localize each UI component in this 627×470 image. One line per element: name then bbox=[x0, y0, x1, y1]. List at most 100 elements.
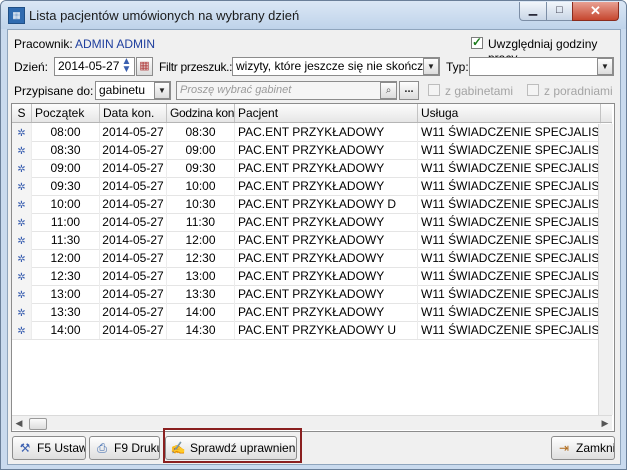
cell-patient: PAC.ENT PRZYKŁADOWY bbox=[235, 177, 418, 195]
cell-start: 09:00 bbox=[32, 159, 100, 177]
cell-end-time: 11:30 bbox=[167, 213, 235, 231]
row-status-icon: ✲ bbox=[12, 159, 32, 177]
filter-chevron-down-icon[interactable]: ▼ bbox=[423, 58, 439, 75]
column-header-start[interactable]: Początek bbox=[32, 104, 100, 122]
scroll-left-icon[interactable]: ◀ bbox=[12, 416, 26, 430]
date-spinner-icon[interactable]: ▲ ▼ bbox=[120, 57, 133, 75]
minimize-button[interactable]: ▁ bbox=[519, 2, 547, 21]
column-header-end-date[interactable]: Data kon. bbox=[100, 104, 167, 122]
calendar-icon[interactable]: ▦ bbox=[136, 57, 153, 76]
assigned-label: Przypisane do: bbox=[14, 84, 94, 98]
cell-start: 12:30 bbox=[32, 267, 100, 285]
cell-end-date: 2014-05-27 bbox=[100, 141, 167, 159]
table-row[interactable]: ✲ 08:00 2014-05-27 08:30 PAC.ENT PRZYKŁADOWY… bbox=[12, 123, 612, 142]
scroll-thumb[interactable] bbox=[29, 418, 47, 430]
row-status-icon: ✲ bbox=[12, 123, 32, 141]
cell-patient: PAC.ENT PRZYKŁADOWY bbox=[235, 141, 418, 159]
wrench-icon: ⚒ bbox=[19, 441, 31, 455]
worker-label: Pracownik: bbox=[14, 37, 73, 51]
close-button[interactable]: ⇥ Zamknij bbox=[551, 436, 615, 460]
main-window: ▦ Lista pacjentów umówionych na wybrany … bbox=[0, 0, 627, 470]
working-hours-checkbox[interactable] bbox=[471, 35, 483, 49]
with-cabinets-label: z gabinetami bbox=[445, 84, 514, 98]
cell-service: W11 ŚWIADCZENIE SPECJALISTY bbox=[418, 213, 601, 231]
cell-end-date: 2014-05-27 bbox=[100, 123, 167, 141]
assigned-chevron-down-icon[interactable]: ▼ bbox=[154, 82, 170, 99]
close-button-label: Zamknij bbox=[576, 441, 615, 455]
cell-end-time: 08:30 bbox=[167, 123, 235, 141]
row-status-icon: ✲ bbox=[12, 321, 32, 339]
table-row[interactable]: ✲ 11:30 2014-05-27 12:00 PAC.ENT PRZYKŁADOWY… bbox=[12, 231, 612, 250]
cell-patient: PAC.ENT PRZYKŁADOWY bbox=[235, 231, 418, 249]
table-row[interactable]: ✲ 12:30 2014-05-27 13:00 PAC.ENT PRZYKŁADOWY… bbox=[12, 267, 612, 286]
table-row[interactable]: ✲ 09:30 2014-05-27 10:00 PAC.ENT PRZYKŁADOWY… bbox=[12, 177, 612, 196]
cell-end-date: 2014-05-27 bbox=[100, 177, 167, 195]
row-status-icon: ✲ bbox=[12, 195, 32, 213]
cell-patient: PAC.ENT PRZYKŁADOWY U bbox=[235, 321, 418, 339]
scroll-right-icon[interactable]: ▶ bbox=[598, 416, 612, 430]
with-cabinets-checkbox[interactable] bbox=[428, 84, 440, 96]
table-row[interactable]: ✲ 13:30 2014-05-27 14:00 PAC.ENT PRZYKŁADOWY… bbox=[12, 303, 612, 322]
column-header-patient[interactable]: Pacjent bbox=[235, 104, 418, 122]
table-row[interactable]: ✲ 10:00 2014-05-27 10:30 PAC.ENT PRZYKŁADOWY… bbox=[12, 195, 612, 214]
cell-end-time: 09:00 bbox=[167, 141, 235, 159]
print-button-label: F9 Drukuj bbox=[114, 441, 159, 455]
cell-patient: PAC.ENT PRZYKŁADOWY bbox=[235, 123, 418, 141]
column-header-end-time[interactable]: Godzina kon. bbox=[167, 104, 235, 122]
cell-end-time: 10:30 bbox=[167, 195, 235, 213]
cell-start: 09:30 bbox=[32, 177, 100, 195]
cell-end-time: 10:00 bbox=[167, 177, 235, 195]
cell-end-time: 14:30 bbox=[167, 321, 235, 339]
cell-service: W11 ŚWIADCZENIE SPECJALISTY bbox=[418, 123, 601, 141]
cabinet-field[interactable]: Proszę wybrać gabinet bbox=[176, 81, 397, 100]
column-header-service[interactable]: Usługa bbox=[418, 104, 601, 122]
horizontal-scrollbar[interactable]: ◀ ▶ bbox=[12, 415, 612, 430]
cell-service: W11 ŚWIADCZENIE SPECJALISTY bbox=[418, 321, 601, 339]
table-row[interactable]: ✲ 09:00 2014-05-27 09:30 PAC.ENT PRZYKŁADOWY… bbox=[12, 159, 612, 178]
type-chevron-down-icon[interactable]: ▼ bbox=[597, 58, 613, 75]
table-row[interactable]: ✲ 11:00 2014-05-27 11:30 PAC.ENT PRZYKŁADOWY… bbox=[12, 213, 612, 232]
printer-icon: ⎙ bbox=[97, 441, 107, 455]
with-clinics-checkbox[interactable] bbox=[527, 84, 539, 96]
cell-patient: PAC.ENT PRZYKŁADOWY bbox=[235, 213, 418, 231]
table-row[interactable]: ✲ 12:00 2014-05-27 12:30 PAC.ENT PRZYKŁADOWY… bbox=[12, 249, 612, 268]
vertical-scrollbar[interactable] bbox=[598, 124, 613, 415]
cell-patient: PAC.ENT PRZYKŁADOWY bbox=[235, 159, 418, 177]
cell-end-date: 2014-05-27 bbox=[100, 285, 167, 303]
print-button[interactable]: ⎙ F9 Drukuj bbox=[89, 436, 160, 460]
settings-button-label: F5 Ustaw bbox=[37, 441, 86, 455]
with-clinics-label: z poradniami bbox=[544, 84, 613, 98]
column-header-status[interactable]: S bbox=[12, 104, 32, 122]
cell-patient: PAC.ENT PRZYKŁADOWY bbox=[235, 249, 418, 267]
type-select[interactable] bbox=[469, 57, 614, 76]
cell-start: 11:30 bbox=[32, 231, 100, 249]
maximize-button[interactable]: □ bbox=[546, 2, 573, 21]
cell-end-time: 14:00 bbox=[167, 303, 235, 321]
table-row[interactable]: ✲ 14:00 2014-05-27 14:30 PAC.ENT PRZYKŁADOWY… bbox=[12, 321, 612, 340]
filter-select[interactable]: wizyty, które jeszcze się nie skończyły bbox=[232, 57, 440, 76]
search-icon[interactable]: ⌕ bbox=[380, 82, 397, 99]
cell-start: 10:00 bbox=[32, 195, 100, 213]
cell-start: 08:00 bbox=[32, 123, 100, 141]
cell-end-time: 12:00 bbox=[167, 231, 235, 249]
worker-value: ADMIN ADMIN bbox=[75, 37, 156, 51]
cell-service: W11 ŚWIADCZENIE SPECJALISTY bbox=[418, 141, 601, 159]
cell-start: 12:00 bbox=[32, 249, 100, 267]
cell-service: W11 ŚWIADCZENIE SPECJALISTY bbox=[418, 159, 601, 177]
table-row[interactable]: ✲ 13:00 2014-05-27 13:30 PAC.ENT PRZYKŁADOWY… bbox=[12, 285, 612, 304]
cell-end-date: 2014-05-27 bbox=[100, 213, 167, 231]
table-row[interactable]: ✲ 08:30 2014-05-27 09:00 PAC.ENT PRZYKŁADOWY… bbox=[12, 141, 612, 160]
row-status-icon: ✲ bbox=[12, 177, 32, 195]
row-status-icon: ✲ bbox=[12, 249, 32, 267]
window-title: Lista pacjentów umówionych na wybrany dz… bbox=[29, 8, 300, 23]
cell-service: W11 ŚWIADCZENIE SPECJALISTY bbox=[418, 303, 601, 321]
cell-service: W11 ŚWIADCZENIE SPECJALISTY bbox=[418, 177, 601, 195]
settings-button[interactable]: ⚒ F5 Ustaw bbox=[12, 436, 86, 460]
row-status-icon: ✲ bbox=[12, 303, 32, 321]
browse-cabinet-button[interactable]: ... bbox=[399, 81, 419, 100]
cell-end-time: 09:30 bbox=[167, 159, 235, 177]
close-window-button[interactable]: ✕ bbox=[572, 2, 619, 21]
title-bar: ▦ Lista pacjentów umówionych na wybrany … bbox=[1, 1, 626, 29]
cell-end-date: 2014-05-27 bbox=[100, 303, 167, 321]
cell-end-time: 12:30 bbox=[167, 249, 235, 267]
